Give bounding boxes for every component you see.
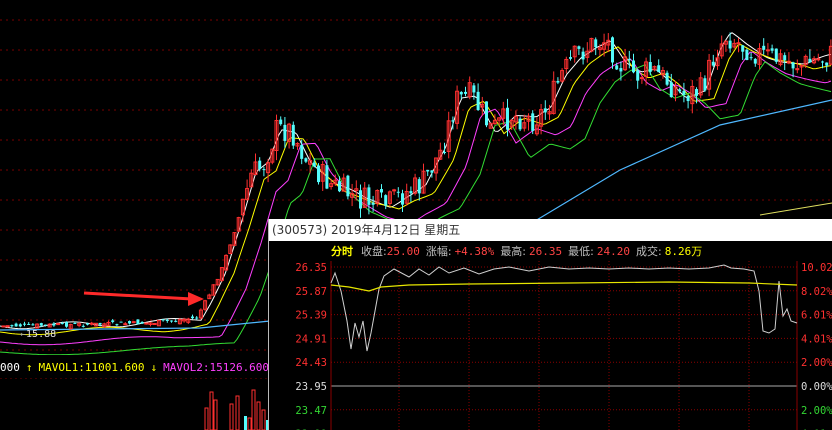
percent-tick: 4.01% xyxy=(801,333,832,345)
high-value: 26.35 xyxy=(529,244,563,258)
intraday-grid xyxy=(330,261,798,430)
mavol1-label: MAVOL1:11001.600 xyxy=(38,360,145,374)
percent-tick: 2.00% xyxy=(801,357,832,369)
price-tick: 24.91 xyxy=(295,333,327,345)
volume-indicator-bar: 000 ↑ MAVOL1:11001.600 ↓ MAVOL2:15126.60… xyxy=(0,357,282,377)
volume-label: 成交: xyxy=(636,245,662,258)
low-value: 24.20 xyxy=(596,244,630,258)
low-price-marker: ←15.88 xyxy=(20,329,57,340)
intraday-popup[interactable]: (300573) 2019年4月12日 星期五 分时 收盘: 25.00 涨幅: +… xyxy=(268,219,832,430)
price-tick: 23.95 xyxy=(295,381,327,393)
popup-title-bar[interactable]: (300573) 2019年4月12日 星期五 xyxy=(269,219,832,241)
close-label: 收盘: xyxy=(361,245,387,258)
mavol2-arrow-icon: ↓ xyxy=(150,360,158,374)
close-value: 25.00 xyxy=(386,244,420,258)
volume-prefix: 000 xyxy=(0,360,20,374)
popup-quote-info: 分时 收盘: 25.00 涨幅: +4.38% 最高: 26.35 最低: 24.20 … xyxy=(269,241,832,261)
change-label: 涨幅: xyxy=(425,245,452,258)
price-tick: 23.47 xyxy=(295,405,327,417)
mavol1-arrow-icon: ↑ xyxy=(25,360,33,374)
volume-chart xyxy=(0,378,270,430)
intraday-chart[interactable]: 26.3525.8725.3924.9124.4323.9523.4722.99… xyxy=(269,261,832,430)
popup-title: (300573) 2019年4月12日 星期五 xyxy=(272,223,461,237)
price-tick: 24.43 xyxy=(295,357,327,369)
low-label: 最低: xyxy=(568,245,594,258)
percent-axis: 10.02%8.02%6.01%4.01%2.00%0.00%2.00%4.01… xyxy=(801,262,832,430)
price-tick: 26.35 xyxy=(295,262,327,274)
percent-tick: 6.01% xyxy=(801,310,832,322)
price-tick: 25.39 xyxy=(295,310,327,322)
percent-tick: 8.02% xyxy=(801,286,832,298)
change-value: +4.38% xyxy=(454,244,495,258)
price-tick: 25.87 xyxy=(295,286,327,298)
percent-tick: 10.02% xyxy=(801,262,832,274)
percent-tick: 2.00% xyxy=(801,405,832,417)
tab-intraday[interactable]: 分时 xyxy=(331,243,353,259)
annotation-arrow xyxy=(83,291,204,306)
price-axis: 26.3525.8725.3924.9124.4323.9523.4722.99 xyxy=(295,262,327,430)
high-label: 最高: xyxy=(500,245,527,258)
percent-tick: 0.00% xyxy=(801,381,832,393)
volume-value: 8.26万 xyxy=(664,245,703,258)
mavol2-label: MAVOL2:15126.600 xyxy=(163,360,270,374)
